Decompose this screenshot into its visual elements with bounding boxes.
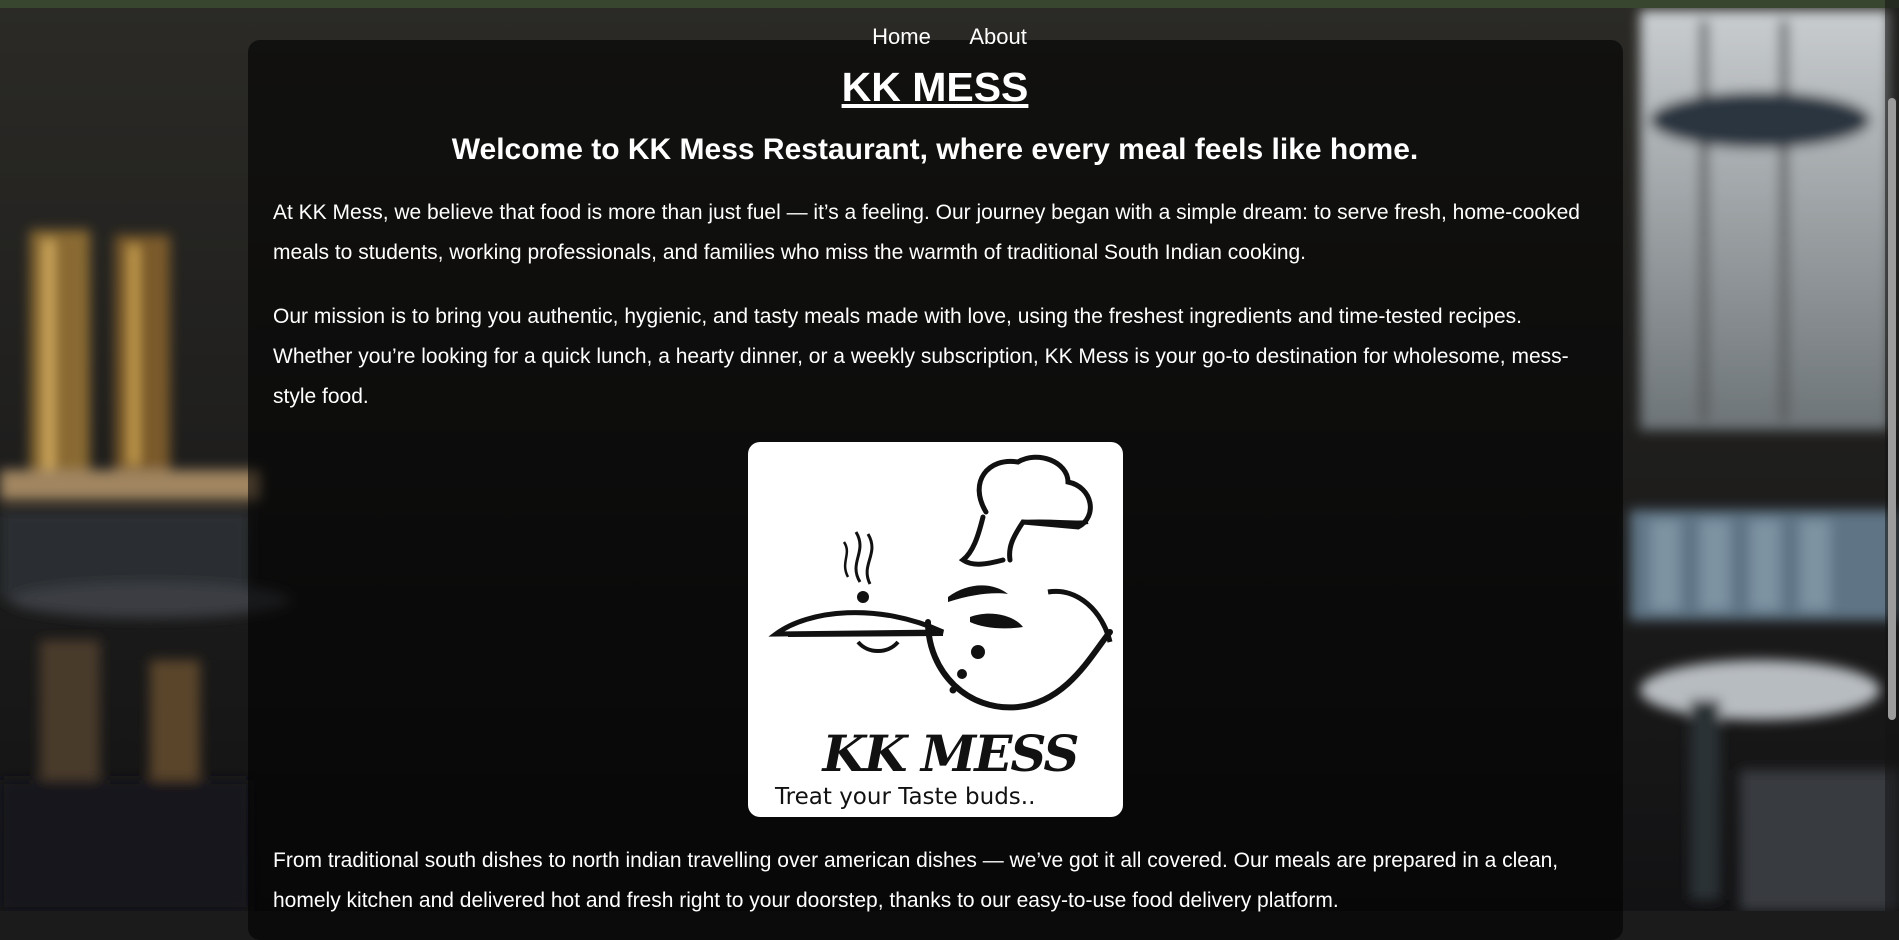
scrollbar-thumb[interactable] [1888, 98, 1896, 720]
nav-home-link[interactable]: Home [872, 24, 931, 49]
delivery-paragraph: From traditional south dishes to north i… [273, 849, 1559, 912]
nav-about-link[interactable]: About [969, 24, 1027, 49]
logo-tagline: Treat your Taste buds.. [775, 784, 1036, 810]
intro-paragraph: At KK Mess, we believe that food is more… [273, 201, 1580, 264]
main-nav: Home About [0, 24, 1899, 50]
kk-mess-logo: KK MESS Treat your Taste buds.. [748, 442, 1123, 817]
welcome-heading: Welcome to KK Mess Restaurant, where eve… [451, 133, 1419, 166]
browser-top-strip [0, 0, 1899, 8]
logo-wordmark: KK MESS [822, 724, 1080, 783]
page-title: KK MESS [841, 64, 1029, 110]
page-scrollbar[interactable] [1885, 0, 1899, 911]
mission-paragraph: Our mission is to bring you authentic, h… [273, 305, 1569, 408]
